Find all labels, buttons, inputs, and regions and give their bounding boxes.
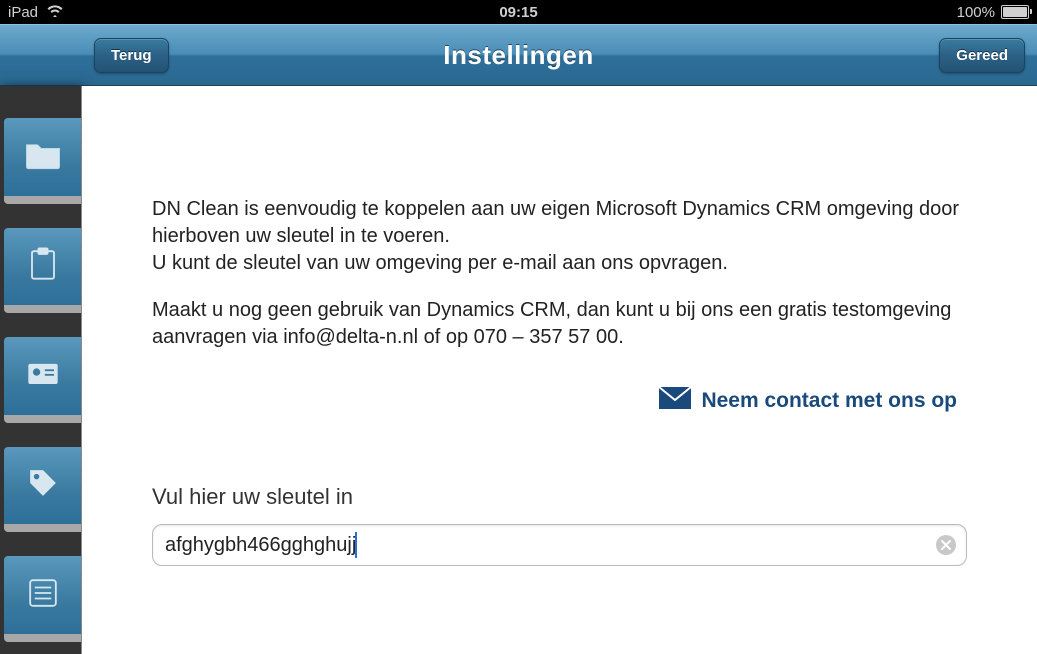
- sidebar-item-clipboard[interactable]: [4, 228, 81, 314]
- sidebar: [0, 86, 82, 654]
- contact-link-text[interactable]: Neem contact met ons op: [701, 389, 957, 413]
- list-icon: [21, 571, 65, 620]
- key-input[interactable]: [152, 524, 967, 566]
- clear-input-icon[interactable]: [935, 534, 957, 556]
- text-cursor: [355, 532, 357, 558]
- device-name: iPad: [8, 4, 38, 21]
- battery-percentage: 100%: [957, 4, 995, 21]
- wifi-icon: [46, 3, 64, 21]
- sidebar-item-list[interactable]: [4, 556, 81, 642]
- main-content: DN Clean is eenvoudig te koppelen aan uw…: [82, 86, 1037, 654]
- sidebar-item-tag[interactable]: [4, 447, 81, 533]
- folder-icon: [21, 132, 65, 181]
- contact-card-icon: [21, 351, 65, 400]
- page-title: Instellingen: [443, 40, 593, 71]
- contact-link-row[interactable]: Neem contact met ons op: [152, 387, 967, 414]
- battery-icon: [1001, 5, 1029, 19]
- done-button[interactable]: Gereed: [939, 38, 1025, 73]
- mail-icon: [659, 387, 691, 414]
- tag-icon: [21, 461, 65, 510]
- clipboard-icon: [21, 242, 65, 291]
- key-field-label: Vul hier uw sleutel in: [152, 484, 967, 510]
- sidebar-item-folder[interactable]: [4, 118, 81, 204]
- info-paragraph-2: Maakt u nog geen gebruik van Dynamics CR…: [152, 297, 967, 351]
- nav-bar: Terug Instellingen Gereed: [0, 24, 1037, 86]
- status-bar: iPad 09:15 100%: [0, 0, 1037, 24]
- info-text: DN Clean is eenvoudig te koppelen aan uw…: [152, 196, 967, 351]
- info-paragraph-1b: U kunt de sleutel van uw omgeving per e-…: [152, 252, 728, 274]
- sidebar-item-contact[interactable]: [4, 337, 81, 423]
- clock: 09:15: [499, 4, 537, 21]
- info-paragraph-1a: DN Clean is eenvoudig te koppelen aan uw…: [152, 198, 959, 247]
- back-button[interactable]: Terug: [94, 38, 169, 73]
